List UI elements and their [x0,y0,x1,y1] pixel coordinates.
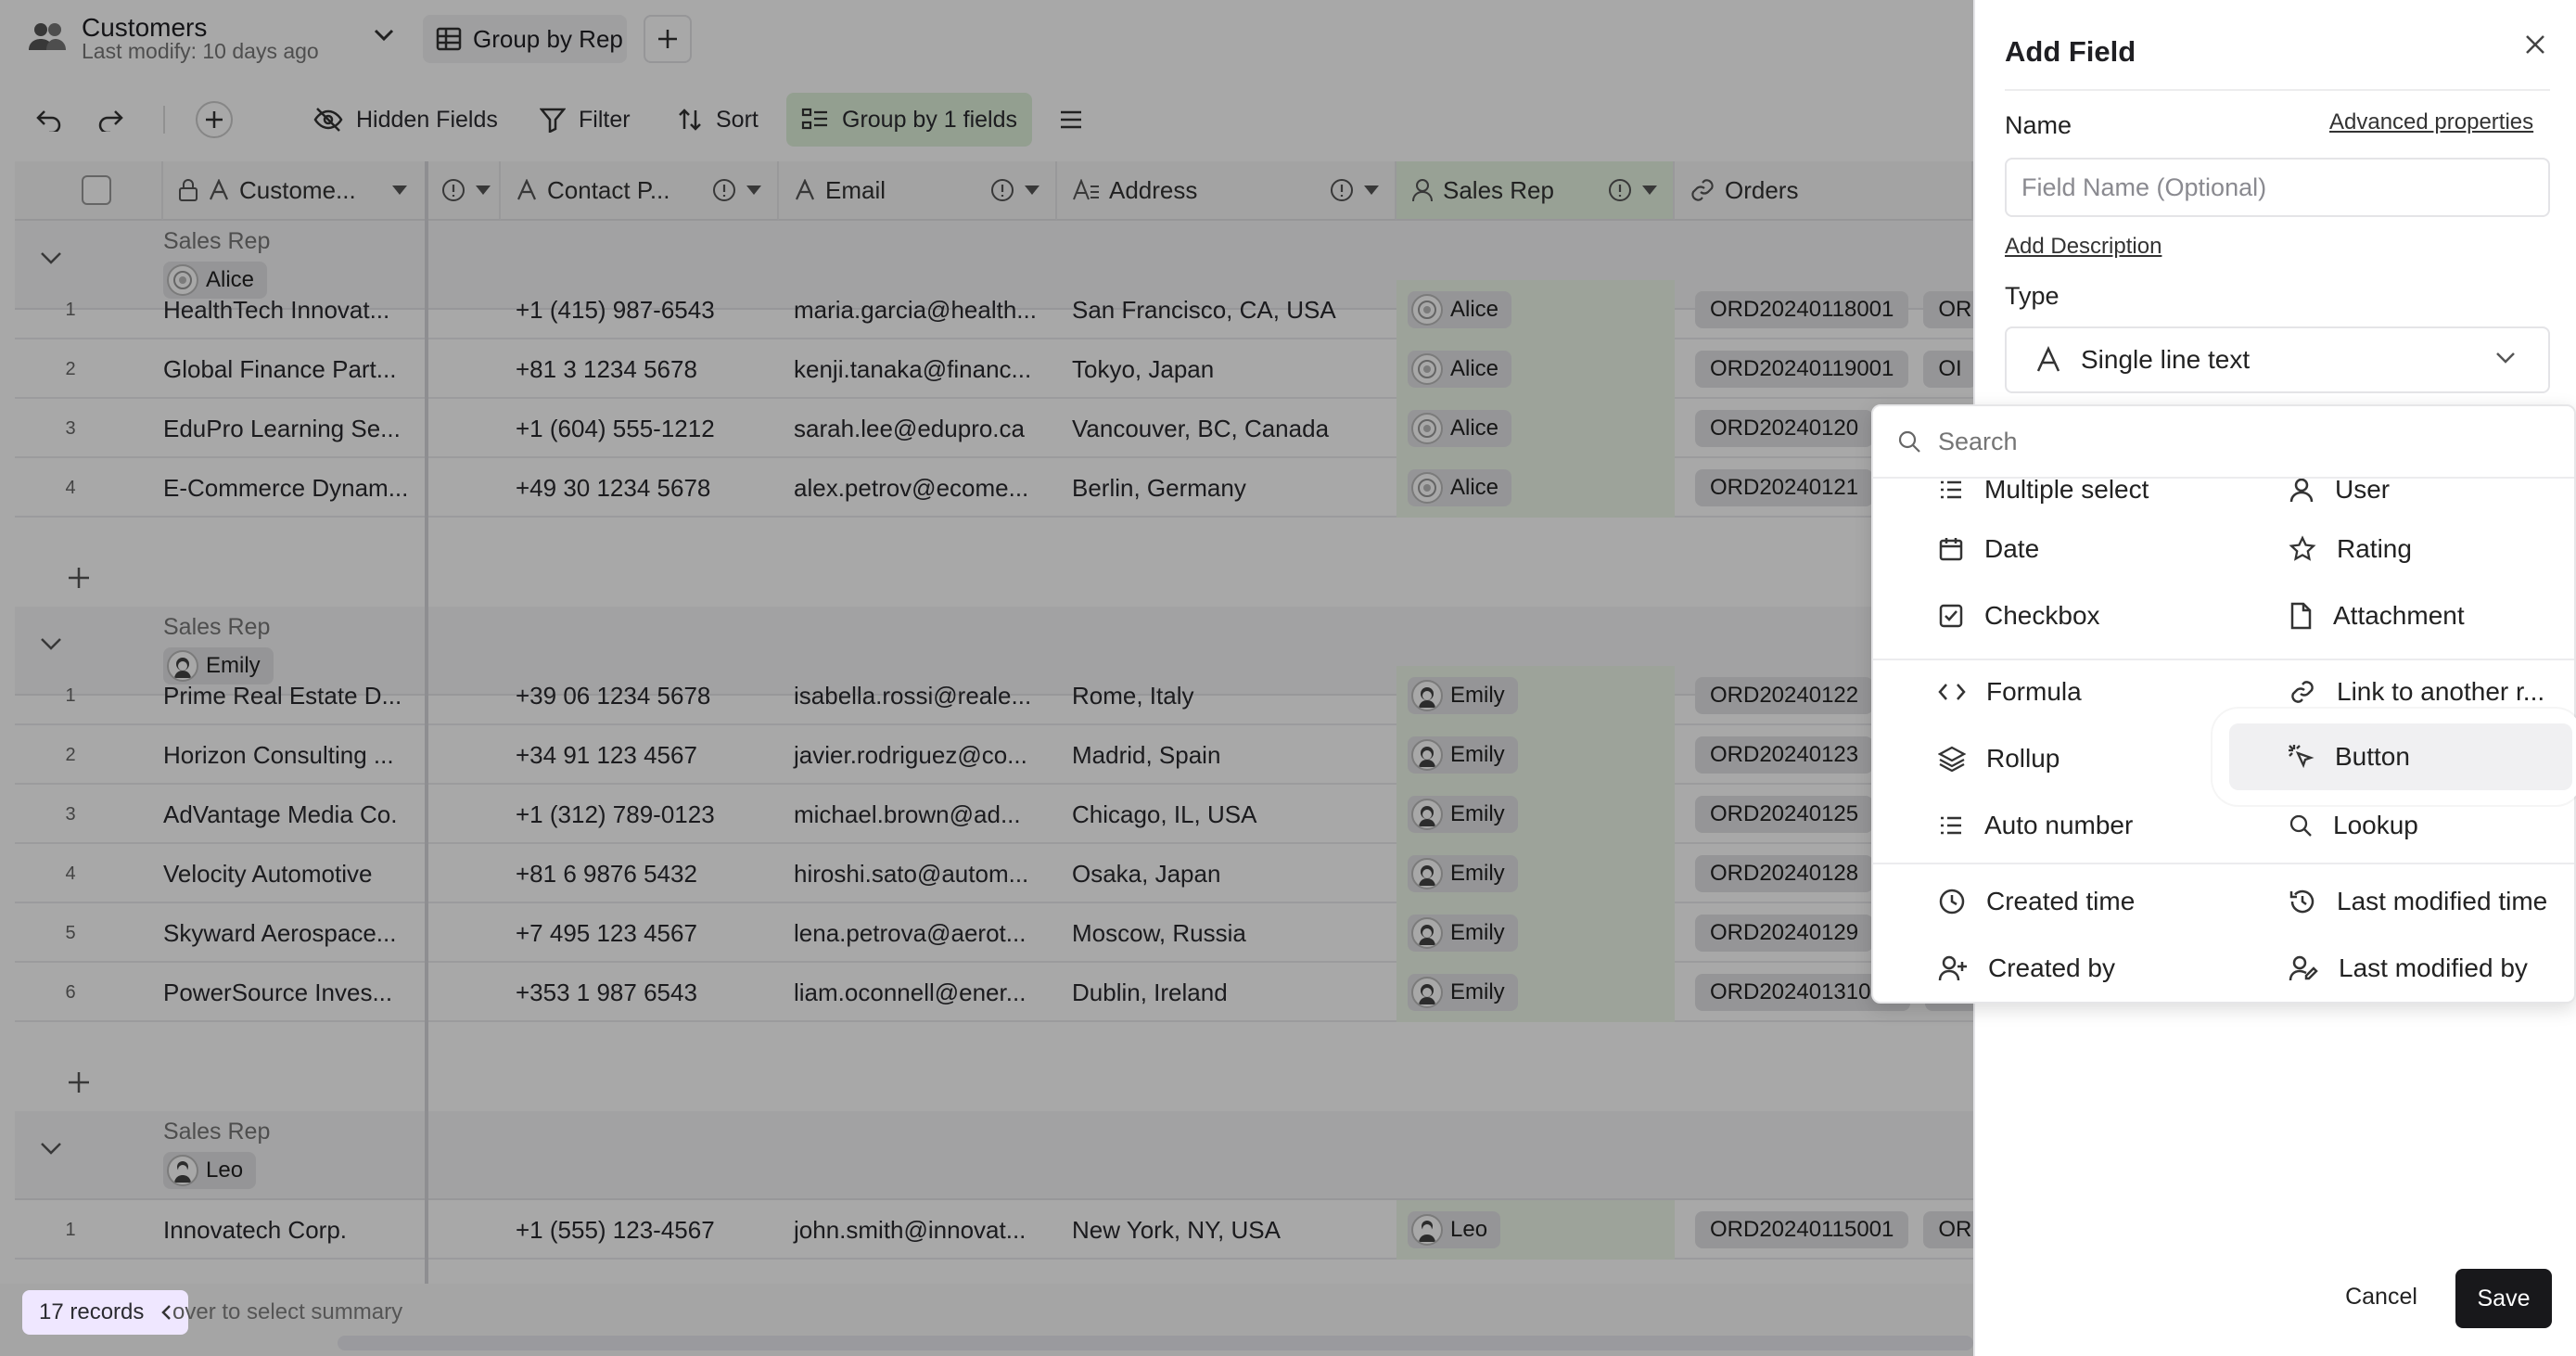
close-icon[interactable] [2522,32,2548,58]
type-option-label: Checkbox [1984,601,2100,630]
clock-icon [1938,888,1966,915]
type-option-label: Button [2335,742,2410,771]
type-option-created-by[interactable]: Created by [1938,939,2115,998]
type-option-rollup[interactable]: Rollup [1938,729,2060,788]
record-count: 17 records [39,1299,145,1324]
star-icon [2289,535,2316,563]
user-edit-icon [2289,954,2318,982]
save-button[interactable]: Save [2455,1269,2552,1328]
dropdown-divider [1873,863,2574,864]
cursor-click-icon [2287,743,2315,771]
panel-title: Add Field [2005,35,2136,68]
cancel-button[interactable]: Cancel [2326,1267,2437,1326]
type-option-button[interactable]: Button [2287,727,2410,787]
type-option-last-modified-time[interactable]: Last modified time [2289,872,2547,931]
type-option-label: Date [1984,534,2040,563]
modal-backdrop[interactable] [0,0,1973,1356]
numbered-list-icon [1938,812,1964,838]
horizontal-scrollbar[interactable] [338,1336,1973,1350]
type-option-label: Link to another r... [2337,677,2545,706]
add-description-link[interactable]: Add Description [2005,234,2162,260]
type-option-attachment[interactable]: Attachment [2289,586,2465,646]
type-option-label: Rating [2337,534,2412,563]
search-icon [2289,813,2313,838]
type-option-label: Formula [1986,677,2082,706]
type-option-checkbox[interactable]: Checkbox [1938,586,2100,646]
type-option-label: Last modified by [2339,953,2528,982]
user-plus-icon [1938,954,1968,982]
type-option-label: User [2335,475,2391,504]
type-option-formula[interactable]: Formula [1938,662,2082,722]
checkbox-icon [1938,603,1964,629]
type-option-date[interactable]: Date [1938,519,2039,579]
chevron-down-icon [2494,351,2517,365]
code-icon [1938,681,1966,703]
type-option-lookup[interactable]: Lookup [2289,796,2418,855]
type-label: Type [2005,282,2060,310]
text-field-icon [2034,346,2062,374]
list-icon [1938,477,1964,503]
field-type-dropdown: Multiple select User Date Rating Checkbo… [1871,404,2576,1004]
file-icon [2289,602,2313,630]
type-option-created-time[interactable]: Created time [1938,872,2135,931]
type-search-input[interactable] [1938,427,2494,456]
panel-divider [2005,89,2550,91]
advanced-properties-link[interactable]: Advanced properties [2329,109,2533,135]
type-option-label: Auto number [1984,811,2134,839]
layers-icon [1938,746,1966,772]
type-option-label: Lookup [2333,811,2418,839]
type-option-label: Last modified time [2337,887,2548,915]
field-type-value: Single line text [2081,345,2251,374]
type-option-label: Created time [1986,887,2136,915]
history-icon [2289,888,2316,915]
dropdown-divider [1873,659,2574,660]
user-icon [2289,477,2315,503]
type-option-label: Created by [1988,953,2115,982]
type-option-label: Attachment [2333,601,2465,630]
field-type-select[interactable]: Single line text [2005,326,2550,393]
field-name-input[interactable] [2005,158,2550,217]
type-option-label: Rollup [1986,744,2060,773]
dropdown-search-bar [1873,406,2574,479]
type-option-label: Multiple select [1984,475,2149,504]
type-option-link[interactable]: Link to another r... [2289,662,2544,722]
chevron-left-icon [160,1304,172,1321]
search-icon [1897,429,1921,454]
name-label: Name [2005,111,2072,139]
type-option-rating[interactable]: Rating [2289,519,2412,579]
type-option-auto-number[interactable]: Auto number [1938,796,2133,855]
record-count-badge[interactable]: 17 records [22,1290,189,1335]
calendar-icon [1938,536,1964,562]
type-option-last-modified-by[interactable]: Last modified by [2289,939,2528,998]
link-icon [2289,678,2316,706]
summary-hint: over to select summary [172,1299,403,1324]
